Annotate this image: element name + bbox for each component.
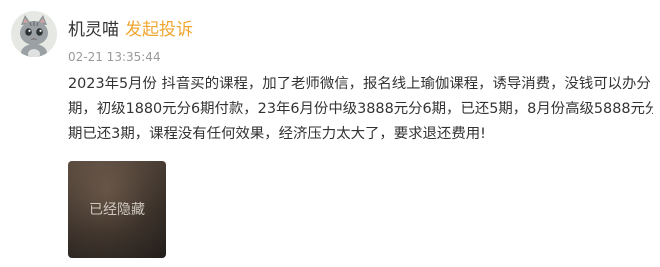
post-content-line: 期，初级1880元分6期付款，23年6月份中级3888元分6期，已还5期，8月份… (68, 101, 653, 117)
file-complaint-link[interactable]: 发起投诉 (125, 20, 193, 40)
hidden-image-attachment[interactable]: 已经隐藏 (68, 161, 166, 258)
post-content-line: 2023年5月份 抖音买的课程，加了老师微信，报名线上瑜伽课程，诱导消费，没钱可… (68, 76, 651, 92)
hidden-image-label: 已经隐藏 (89, 202, 145, 218)
cat-avatar-icon (11, 11, 57, 57)
post-content: 2023年5月份 抖音买的课程，加了老师微信，报名线上瑜伽课程，诱导消费，没钱可… (68, 72, 653, 147)
post-content-line: 期已还3期，课程没有任何效果，经济压力太大了，要求退还费用! (68, 126, 486, 142)
author-avatar[interactable] (11, 11, 57, 57)
post-timestamp: 02-21 13:35:44 (68, 50, 161, 64)
author-name[interactable]: 机灵喵 (68, 20, 119, 40)
